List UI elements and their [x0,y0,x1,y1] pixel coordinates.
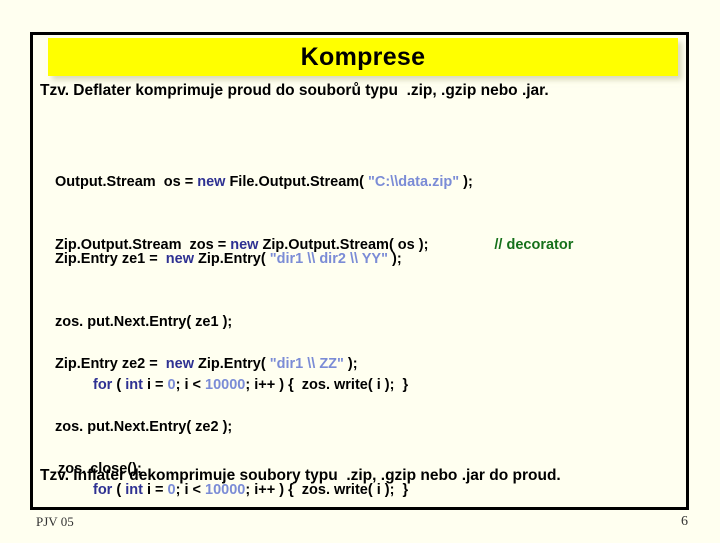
code-text: Output.Stream os = [55,174,198,190]
code-text: File.Output.Stream( [225,174,369,190]
comment-decorator: // decorator [494,237,574,253]
title-banner: Komprese [48,38,678,76]
page-title: Komprese [300,43,426,71]
code-line-zipentry-ze1: Zip.Entry ze1 = new Zip.Entry( "dir1 \\ … [55,249,408,270]
keyword-new: new [197,174,226,190]
code-text: ); [343,356,358,372]
code-text: ); [387,251,402,267]
code-text: ); [459,174,473,190]
string-literal-entry-name: "dir1 \\ ZZ" [269,356,344,372]
code-line-output-stream: Output.Stream os = new File.Output.Strea… [55,172,573,193]
intro-text-deflater: Tzv. Deflater komprimuje proud do soubor… [40,82,549,99]
string-literal-entry-name: "dir1 \\ dir2 \\ YY" [269,251,388,267]
code-text: Zip.Entry( [194,356,270,372]
intro-text-inflater: Tzv. Inflater dekomprimuje soubory typu … [40,467,561,484]
slide: Komprese Tzv. Deflater komprimuje proud … [0,0,720,540]
keyword-new: new [165,356,194,372]
footer-course-label: PJV 05 [36,514,74,529]
string-literal-path: "C:\\data.zip" [368,174,460,190]
footer-page-number: 6 [681,514,688,529]
code-text: Zip.Entry ze2 = [55,356,166,372]
content-frame: Komprese Tzv. Deflater komprimuje proud … [30,32,689,510]
keyword-new: new [165,251,194,267]
code-text: Zip.Entry( [194,251,270,267]
slide-footer: PJV 05 6 [0,514,720,538]
code-line-zipentry-ze2: Zip.Entry ze2 = new Zip.Entry( "dir1 \\ … [55,354,408,375]
code-text: Zip.Entry ze1 = [55,251,166,267]
